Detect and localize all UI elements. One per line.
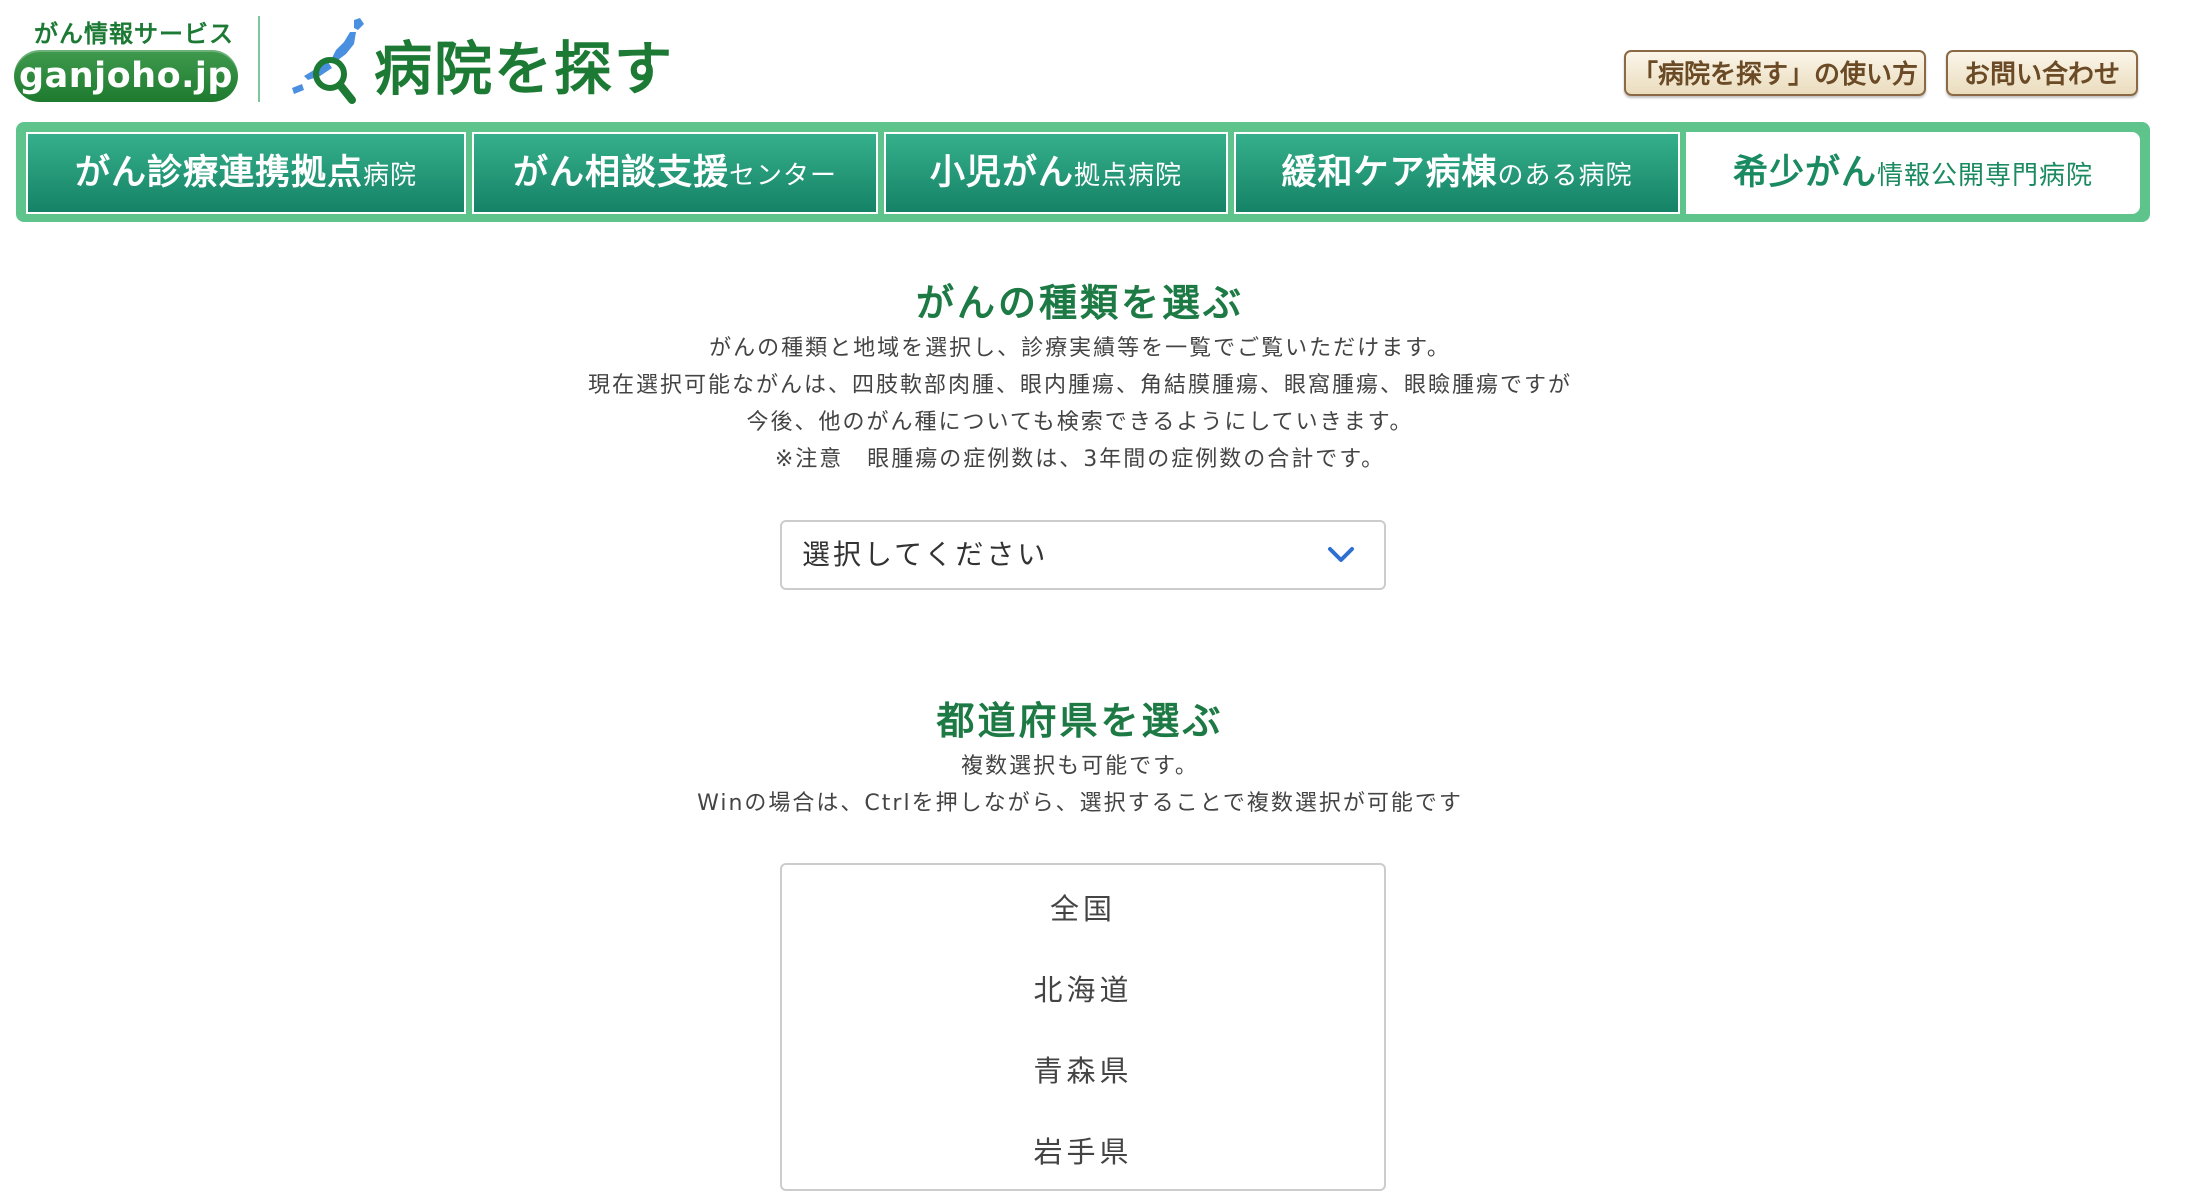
description-line: 複数選択も可能です。 xyxy=(961,754,1199,779)
prefecture-listbox[interactable]: 全国 北海道 青森県 岩手県 xyxy=(780,863,1386,1191)
select-value: 選択してください xyxy=(802,538,1049,571)
tab-palliative-care-hospitals[interactable]: 緩和ケア病棟のある病院 xyxy=(1234,132,1680,214)
cancer-type-description: がんの種類と地域を選択し、診療実績等を一覧でご覧いただけます。 現在選択可能なが… xyxy=(0,330,2160,478)
howto-button[interactable]: 「病院を探す」の使い方 xyxy=(1624,50,1926,96)
tab-cancer-hub-hospitals[interactable]: がん診療連携拠点病院 xyxy=(26,132,466,214)
logo-name: ganjoho.jp xyxy=(14,50,238,102)
tab-sublabel: 拠点病院 xyxy=(1074,161,1183,191)
tab-sublabel: 病院 xyxy=(363,161,418,191)
tab-label: がん診療連携拠点 xyxy=(74,153,363,193)
description-line: 今後、他のがん種についても検索できるようにしていきます。 xyxy=(746,410,1414,435)
tab-label: がん相談支援 xyxy=(512,153,729,193)
description-line: がんの種類と地域を選択し、診療実績等を一覧でご覧いただけます。 xyxy=(709,336,1451,361)
logo-tagline: がん情報サービス xyxy=(34,20,234,48)
contact-button[interactable]: お問い合わせ xyxy=(1946,50,2138,96)
tab-label: 緩和ケア病棟 xyxy=(1281,153,1498,193)
description-line: ※注意 眼腫瘍の症例数は、3年間の症例数の合計です。 xyxy=(774,447,1386,472)
tab-pediatric-hospitals[interactable]: 小児がん拠点病院 xyxy=(884,132,1228,214)
prefecture-option[interactable]: 全国 xyxy=(782,869,1384,950)
tab-sublabel: 情報公開専門病院 xyxy=(1877,161,2094,191)
cancer-type-heading: がんの種類を選ぶ xyxy=(915,281,1244,325)
description-line: 現在選択可能ながんは、四肢軟部肉腫、眼内腫瘍、角結膜腫瘍、眼窩腫瘍、眼瞼腫瘍です… xyxy=(587,373,1572,398)
tab-consultation-centers[interactable]: がん相談支援センター xyxy=(472,132,878,214)
hospital-search-brand: 病院を探す xyxy=(284,12,684,104)
site-header: がん情報サービス ganjoho.jp 病院を探す 「病院を探す」の使い方 お問… xyxy=(0,0,2212,120)
category-nav: がん診療連携拠点病院 がん相談支援センター 小児がん拠点病院 緩和ケア病棟のある… xyxy=(16,122,2150,222)
prefecture-option[interactable]: 北海道 xyxy=(782,950,1384,1031)
header-divider xyxy=(258,16,260,102)
prefecture-description: 複数選択も可能です。 Winの場合は、Ctrlを押しながら、選択することで複数選… xyxy=(0,748,2160,822)
page-title: 病院を探す xyxy=(374,35,675,103)
prefecture-heading: 都道府県を選ぶ xyxy=(936,699,1224,743)
ganjoho-logo[interactable]: がん情報サービス ganjoho.jp xyxy=(14,14,242,104)
chevron-down-icon xyxy=(1328,547,1354,562)
prefecture-option[interactable]: 岩手県 xyxy=(782,1112,1384,1189)
tab-label: 小児がん xyxy=(929,153,1074,193)
japan-magnifier-icon xyxy=(292,18,364,104)
tab-sublabel: のある病院 xyxy=(1497,161,1633,191)
prefecture-option[interactable]: 青森県 xyxy=(782,1031,1384,1112)
cancer-type-select[interactable]: 選択してください xyxy=(780,520,1386,590)
description-line: Winの場合は、Ctrlを押しながら、選択することで複数選択が可能です xyxy=(697,791,1463,816)
tab-rare-cancer-hospitals[interactable]: 希少がん情報公開専門病院 xyxy=(1686,132,2140,214)
tab-label: 希少がん xyxy=(1732,153,1877,193)
tab-sublabel: センター xyxy=(729,161,838,191)
